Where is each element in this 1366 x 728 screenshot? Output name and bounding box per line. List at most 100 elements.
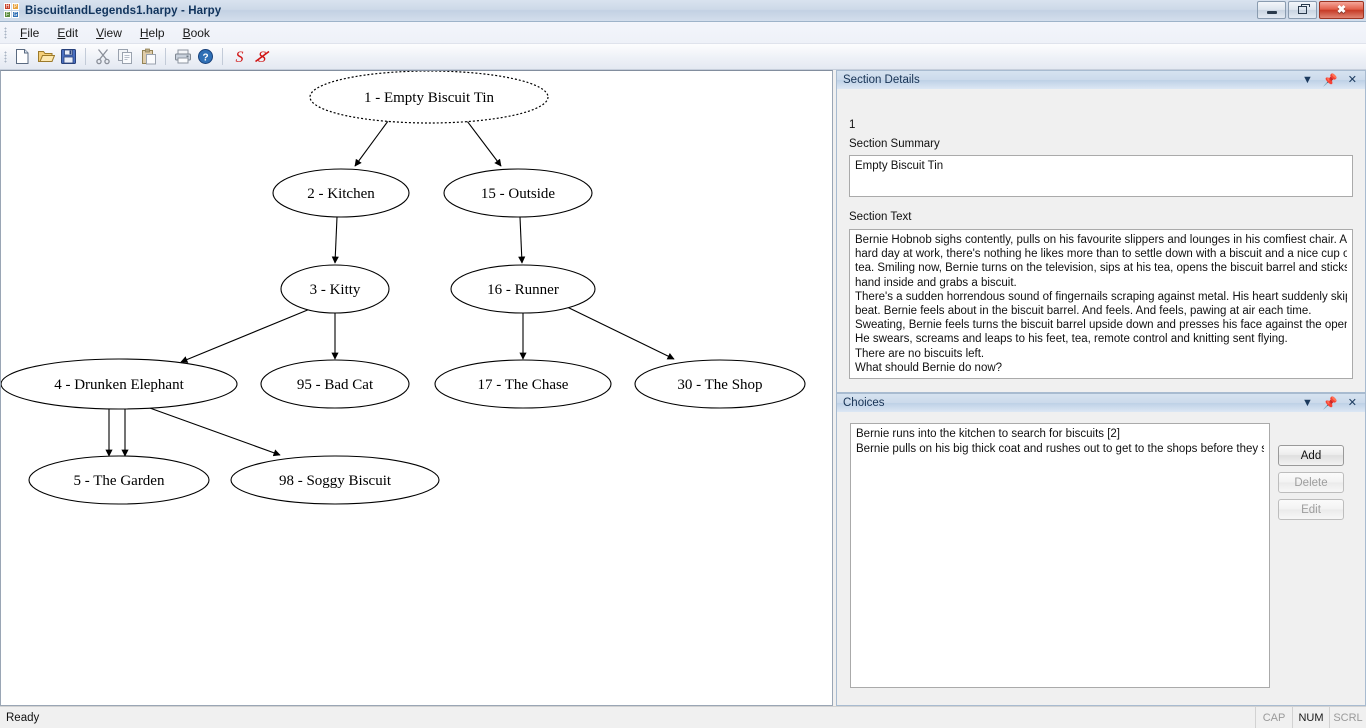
choices-listbox[interactable]: Bernie runs into the kitchen to search f… bbox=[850, 423, 1270, 688]
menu-drag-handle[interactable] bbox=[4, 26, 7, 39]
status-indicators: CAP NUM SCRL bbox=[1255, 707, 1366, 728]
minimize-button[interactable] bbox=[1257, 1, 1286, 19]
toolbar-separator bbox=[85, 48, 86, 65]
menu-item-file[interactable]: File bbox=[11, 24, 48, 42]
graph-node-98-label: 98 - Soggy Biscuit bbox=[279, 473, 392, 489]
section-text-line: beat. Bernie feels about in the biscuit … bbox=[855, 305, 1312, 318]
choice-list-item[interactable]: Bernie pulls on his big thick coat and r… bbox=[856, 442, 1264, 457]
pin-icon[interactable]: 📌 bbox=[1323, 74, 1338, 86]
graph-node-16-label: 16 - Runner bbox=[487, 282, 559, 298]
help-button[interactable]: ? bbox=[194, 46, 217, 68]
graph-node-16[interactable]: 16 - Runner bbox=[450, 264, 596, 314]
menu-item-view[interactable]: View bbox=[87, 24, 131, 42]
office-app-icon: HPFG bbox=[4, 2, 19, 18]
window-title: BiscuitlandLegends1.harpy - Harpy bbox=[25, 4, 222, 17]
open-button[interactable] bbox=[34, 46, 57, 68]
section-details-title: Section Details bbox=[843, 74, 920, 86]
window-controls: ✖ bbox=[1257, 1, 1364, 19]
status-bar: Ready CAP NUM SCRL bbox=[0, 706, 1366, 728]
spell-check-button[interactable]: S bbox=[228, 46, 251, 68]
choice-list-item[interactable]: Bernie runs into the kitchen to search f… bbox=[856, 427, 1264, 442]
edge-1-15 bbox=[463, 116, 502, 167]
red-s-icon: S bbox=[236, 49, 244, 66]
save-button[interactable] bbox=[57, 46, 80, 68]
menu-bar: File Edit View Help Book bbox=[0, 22, 1366, 44]
question-mark-icon: ? bbox=[198, 49, 213, 64]
section-text-line: There's a sudden horrendous sound of fin… bbox=[855, 290, 1347, 303]
clipboard-paste-icon bbox=[142, 48, 156, 65]
red-s-crossed-icon: S bbox=[255, 49, 270, 66]
status-badge-num: NUM bbox=[1292, 707, 1329, 728]
graph-node-4[interactable]: 4 - Drunken Elephant bbox=[1, 358, 238, 410]
minimize-icon bbox=[1266, 11, 1277, 14]
graph-node-4-label: 4 - Drunken Elephant bbox=[54, 377, 184, 393]
section-text-line: Sweating, Bernie feels turns the biscuit… bbox=[855, 319, 1347, 332]
graph-node-30-label: 30 - The Shop bbox=[677, 377, 762, 393]
choices-title: Choices bbox=[843, 397, 885, 409]
section-details-header: Section Details ▼ 📌 ✕ bbox=[836, 70, 1366, 89]
open-folder-icon bbox=[37, 51, 55, 62]
menu-item-book[interactable]: Book bbox=[174, 24, 219, 42]
graph-node-5[interactable]: 5 - The Garden bbox=[28, 455, 210, 505]
close-icon[interactable]: ✕ bbox=[1348, 397, 1357, 409]
copy-icon bbox=[118, 49, 132, 64]
menu-item-help[interactable]: Help bbox=[131, 24, 174, 42]
add-choice-button[interactable]: Add bbox=[1278, 445, 1344, 466]
copy-button[interactable] bbox=[114, 46, 137, 68]
graph-node-2-label: 2 - Kitchen bbox=[307, 186, 375, 202]
svg-text:S: S bbox=[236, 49, 244, 66]
section-details-panel: Section Details ▼ 📌 ✕ 1 Section Summary … bbox=[836, 70, 1366, 393]
section-text-line: Bernie Hobnob sighs contently, pulls on … bbox=[855, 234, 1347, 246]
graph-node-2[interactable]: 2 - Kitchen bbox=[272, 168, 410, 218]
new-document-icon bbox=[16, 49, 29, 64]
graph-node-98[interactable]: 98 - Soggy Biscuit bbox=[230, 455, 440, 505]
edge-3-4 bbox=[180, 308, 311, 363]
choices-body: Bernie runs into the kitchen to search f… bbox=[836, 412, 1366, 706]
graph-node-30[interactable]: 30 - The Shop bbox=[634, 359, 806, 409]
close-button[interactable]: ✖ bbox=[1319, 1, 1364, 19]
graph-node-15-label: 15 - Outside bbox=[481, 186, 556, 202]
chevron-down-icon[interactable]: ▼ bbox=[1302, 74, 1313, 86]
status-badge-scrl: SCRL bbox=[1329, 707, 1366, 728]
graph-node-3[interactable]: 3 - Kitty bbox=[280, 264, 390, 314]
paste-button[interactable] bbox=[137, 46, 160, 68]
section-text-input[interactable]: Bernie Hobnob sighs contently, pulls on … bbox=[849, 229, 1353, 379]
status-message: Ready bbox=[6, 711, 40, 724]
graph-node-1[interactable]: 1 - Empty Biscuit Tin bbox=[309, 71, 549, 124]
graph-node-15[interactable]: 15 - Outside bbox=[443, 168, 593, 218]
toolbar-separator bbox=[222, 48, 223, 65]
spell-check-off-button[interactable]: S bbox=[251, 46, 274, 68]
graph-node-95[interactable]: 95 - Bad Cat bbox=[260, 359, 410, 409]
section-text-line: hard day at work, there's nothing he lik… bbox=[855, 248, 1347, 261]
graph-node-95-label: 95 - Bad Cat bbox=[297, 377, 374, 393]
pin-icon[interactable]: 📌 bbox=[1323, 397, 1338, 409]
story-graph-canvas[interactable]: 1 - Empty Biscuit Tin 2 - Kitchen 15 - O… bbox=[0, 70, 833, 706]
printer-icon bbox=[174, 49, 191, 64]
floppy-disk-icon bbox=[61, 49, 76, 64]
graph-node-17-label: 17 - The Chase bbox=[478, 377, 569, 393]
toolbar: ? S S bbox=[0, 44, 1366, 70]
edit-choice-button[interactable]: Edit bbox=[1278, 499, 1344, 520]
delete-choice-button[interactable]: Delete bbox=[1278, 472, 1344, 493]
choices-panel: Choices ▼ 📌 ✕ Bernie runs into the kitch… bbox=[836, 393, 1366, 706]
chevron-down-icon[interactable]: ▼ bbox=[1302, 397, 1313, 409]
section-summary-value: Empty Biscuit Tin bbox=[855, 160, 944, 172]
section-text-line: He swears, screams and leaps to his feet… bbox=[855, 333, 1288, 346]
section-number: 1 bbox=[849, 119, 856, 131]
restore-button[interactable] bbox=[1288, 1, 1317, 19]
new-button[interactable] bbox=[11, 46, 34, 68]
title-bar: HPFG BiscuitlandLegends1.harpy - Harpy ✖ bbox=[0, 0, 1366, 22]
graph-nodes: 1 - Empty Biscuit Tin 2 - Kitchen 15 - O… bbox=[1, 71, 806, 505]
print-button[interactable] bbox=[171, 46, 194, 68]
section-summary-input[interactable]: Empty Biscuit Tin bbox=[849, 155, 1353, 197]
section-details-body: 1 Section Summary Empty Biscuit Tin Sect… bbox=[836, 89, 1366, 393]
close-icon[interactable]: ✕ bbox=[1348, 74, 1357, 86]
menu-item-edit[interactable]: Edit bbox=[48, 24, 87, 42]
toolbar-drag-handle[interactable] bbox=[4, 50, 7, 63]
edge-16-30 bbox=[562, 304, 675, 360]
cut-button[interactable] bbox=[91, 46, 114, 68]
graph-node-5-label: 5 - The Garden bbox=[74, 473, 165, 489]
graph-node-17[interactable]: 17 - The Chase bbox=[434, 359, 612, 409]
edge-4-98 bbox=[146, 406, 281, 457]
edge-2-3 bbox=[331, 216, 339, 264]
